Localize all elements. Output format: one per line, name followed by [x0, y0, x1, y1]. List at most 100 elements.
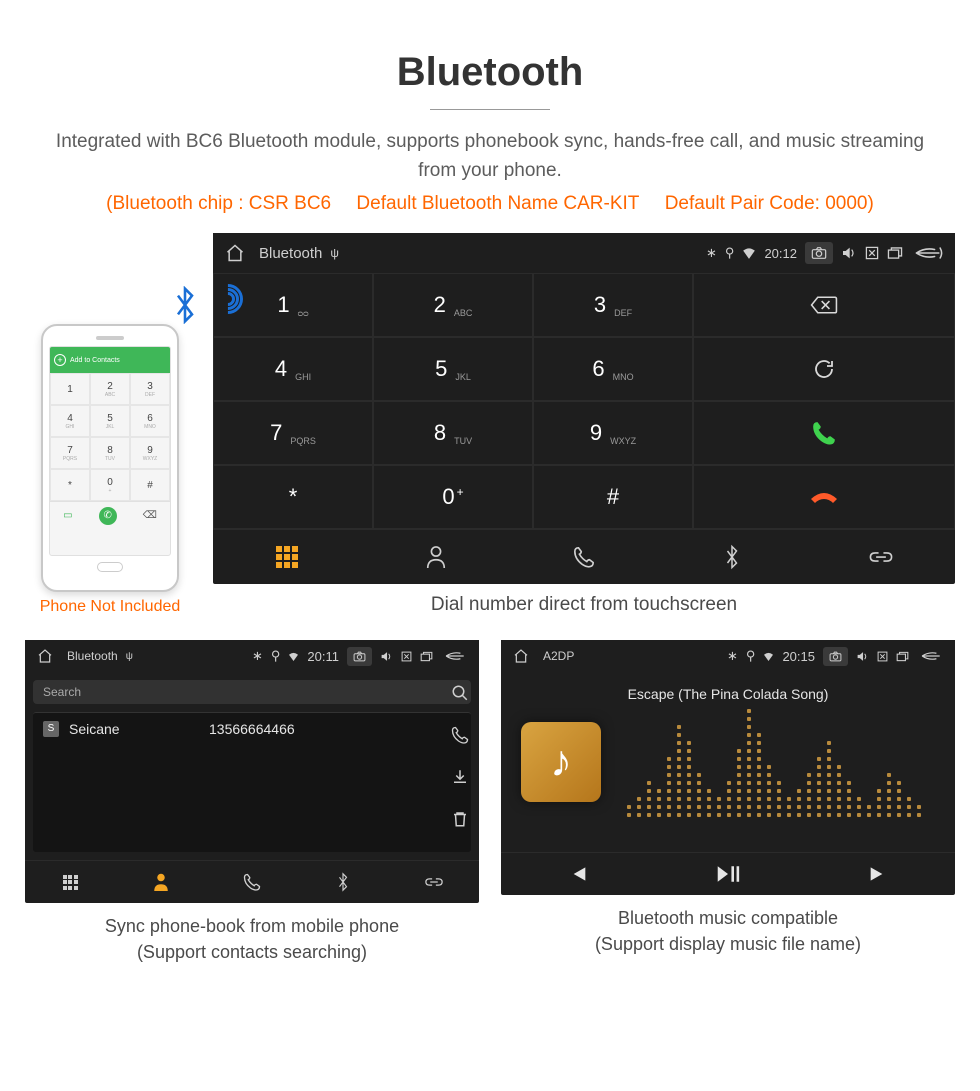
volume-icon[interactable] — [856, 651, 869, 662]
nav-contacts[interactable] — [361, 530, 509, 584]
side-call-icon[interactable] — [451, 726, 469, 744]
page-subtitle: Integrated with BC6 Bluetooth module, su… — [50, 128, 930, 185]
side-search-icon[interactable] — [451, 684, 469, 702]
app-title: Bluetooth — [67, 649, 118, 663]
dial-key-*[interactable]: * — [213, 465, 373, 529]
wifi-icon — [742, 247, 756, 259]
prev-track-button[interactable] — [501, 853, 652, 895]
play-pause-button[interactable] — [652, 853, 803, 895]
nav-calls[interactable] — [207, 861, 298, 903]
contact-row[interactable]: S Seicane 13566664466 — [33, 713, 471, 745]
phone-add-contacts-label: Add to Contacts — [70, 357, 120, 364]
link-icon — [868, 547, 894, 567]
bluetooth-specs: (Bluetooth chip : CSR BC6 Default Blueto… — [25, 193, 955, 215]
dial-key-8[interactable]: 8TUV — [373, 401, 533, 465]
nav-dialpad[interactable] — [25, 861, 116, 903]
dial-key-2[interactable]: 2ABC — [373, 273, 533, 337]
page-title: Bluetooth — [25, 50, 955, 95]
search-placeholder: Search — [43, 685, 81, 699]
bt-status-icon: ∗ — [252, 648, 263, 664]
nav-bluetooth[interactable] — [658, 530, 806, 584]
phone-hangup-icon — [809, 487, 839, 507]
screenshot-icon[interactable] — [347, 647, 372, 666]
nav-calls[interactable] — [510, 530, 658, 584]
backspace-icon — [810, 295, 838, 315]
wifi-icon — [288, 652, 299, 661]
music-caption: Bluetooth music compatible(Support displ… — [501, 905, 955, 957]
back-icon[interactable] — [915, 244, 943, 262]
title-divider — [430, 109, 550, 110]
phone-sms-icon: ▭ — [63, 510, 72, 521]
phone-key-*: * — [50, 469, 90, 501]
dial-key-3[interactable]: 3DEF — [533, 273, 693, 337]
recent-apps-icon[interactable] — [420, 651, 433, 662]
home-icon[interactable] — [513, 648, 529, 664]
phone-key-2: 2ABC — [90, 373, 130, 405]
nav-bluetooth[interactable] — [297, 861, 388, 903]
bluetooth-nav-icon — [336, 872, 350, 892]
dial-key-0[interactable]: 0+ — [373, 465, 533, 529]
contact-number: 13566664466 — [209, 721, 295, 737]
side-delete-icon[interactable] — [451, 810, 469, 828]
volume-icon[interactable] — [380, 651, 393, 662]
clock-label: 20:12 — [764, 246, 797, 261]
play-pause-icon — [716, 864, 740, 884]
nav-pair[interactable] — [388, 861, 479, 903]
contacts-caption: Sync phone-book from mobile phone(Suppor… — [25, 913, 479, 965]
song-title: Escape (The Pina Colada Song) — [501, 686, 955, 702]
phone-outline-icon — [573, 546, 595, 568]
back-icon[interactable] — [921, 649, 943, 663]
close-square-icon[interactable] — [877, 651, 888, 662]
close-square-icon[interactable] — [401, 651, 412, 662]
nav-contacts[interactable] — [116, 861, 207, 903]
dial-key-6[interactable]: 6MNO — [533, 337, 693, 401]
phone-key-5: 5JKL — [90, 405, 130, 437]
dial-key-1[interactable]: 1ᴑᴑ — [213, 273, 373, 337]
bluetooth-nav-icon — [723, 544, 741, 570]
contacts-screen: Bluetooth ψ ∗ ⚲ 20:11 Search S — [25, 640, 479, 903]
home-icon[interactable] — [37, 648, 53, 664]
home-icon[interactable] — [225, 243, 245, 263]
phone-backspace-icon: ⌫ — [143, 510, 157, 521]
spec-pair: Default Pair Code: 0000) — [665, 193, 874, 214]
phone-key-6: 6MNO — [130, 405, 170, 437]
back-icon[interactable] — [445, 649, 467, 663]
spec-chip: (Bluetooth chip : CSR BC6 — [106, 193, 331, 214]
dial-key-9[interactable]: 9WXYZ — [533, 401, 693, 465]
usb-icon: ψ — [330, 246, 339, 260]
recent-apps-icon[interactable] — [887, 246, 903, 260]
phone-call-icon — [811, 420, 837, 446]
search-input[interactable]: Search — [33, 680, 471, 704]
phone-key-7: 7PQRS — [50, 437, 90, 469]
usb-icon: ψ — [126, 651, 133, 662]
close-square-icon[interactable] — [865, 246, 879, 260]
phone-not-included-label: Phone Not Included — [25, 598, 195, 616]
dial-key-#[interactable]: # — [533, 465, 693, 529]
screenshot-icon[interactable] — [805, 242, 833, 264]
nav-pair[interactable] — [807, 530, 955, 584]
location-icon: ⚲ — [725, 245, 735, 261]
dial-key-7[interactable]: 7PQRS — [213, 401, 373, 465]
person-icon — [152, 872, 170, 892]
music-note-icon: ♪ — [550, 737, 572, 787]
dial-key-5[interactable]: 5JKL — [373, 337, 533, 401]
refresh-button[interactable] — [693, 337, 955, 401]
side-download-icon[interactable] — [451, 768, 469, 786]
screenshot-icon[interactable] — [823, 647, 848, 666]
phone-dial-icon: ✆ — [99, 507, 117, 525]
clock-label: 20:11 — [307, 649, 339, 664]
next-track-button[interactable] — [804, 853, 955, 895]
backspace-button[interactable] — [693, 273, 955, 337]
phone-key-#: # — [130, 469, 170, 501]
recent-apps-icon[interactable] — [896, 651, 909, 662]
phone-home-button — [97, 562, 123, 572]
bt-status-icon: ∗ — [727, 648, 738, 664]
dial-key-4[interactable]: 4GHI — [213, 337, 373, 401]
add-icon: + — [54, 354, 66, 366]
hangup-button[interactable] — [693, 465, 955, 529]
wifi-icon — [763, 652, 774, 661]
volume-icon[interactable] — [841, 246, 857, 260]
nav-dialpad[interactable] — [213, 530, 361, 584]
call-button[interactable] — [693, 401, 955, 465]
refresh-icon — [812, 357, 836, 381]
